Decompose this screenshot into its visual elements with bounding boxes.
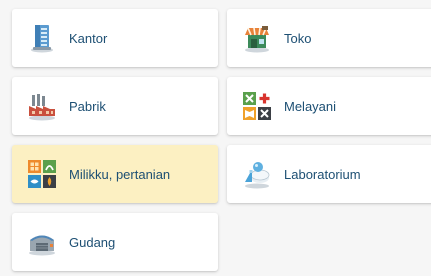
tile-pabrik[interactable]: Pabrik [12,77,218,135]
farm-icon [24,156,60,192]
tile-laboratorium[interactable]: Laboratorium [227,145,431,203]
tile-label: Toko [284,30,312,46]
tile-label: Melayani [284,98,337,114]
office-building-icon [24,20,60,56]
laboratory-icon [239,156,275,192]
tile-label: Gudang [69,234,116,250]
warehouse-icon [24,224,60,260]
tile-melayani[interactable]: Melayani [227,77,431,135]
tile-kantor[interactable]: Kantor [12,9,218,67]
tile-label: Kantor [69,30,108,46]
factory-icon [24,88,60,124]
category-grid: Kantor Toko Pabrik Melayani Milikku, per… [0,0,431,276]
tile-label: Milikku, pertanian [69,166,171,182]
shop-icon [239,20,275,56]
tile-gudang[interactable]: Gudang [12,213,218,271]
services-icon [239,88,275,124]
tile-milikku-pertanian[interactable]: Milikku, pertanian [12,145,218,203]
tile-toko[interactable]: Toko [227,9,431,67]
tile-label: Laboratorium [284,166,361,182]
tile-label: Pabrik [69,98,106,114]
